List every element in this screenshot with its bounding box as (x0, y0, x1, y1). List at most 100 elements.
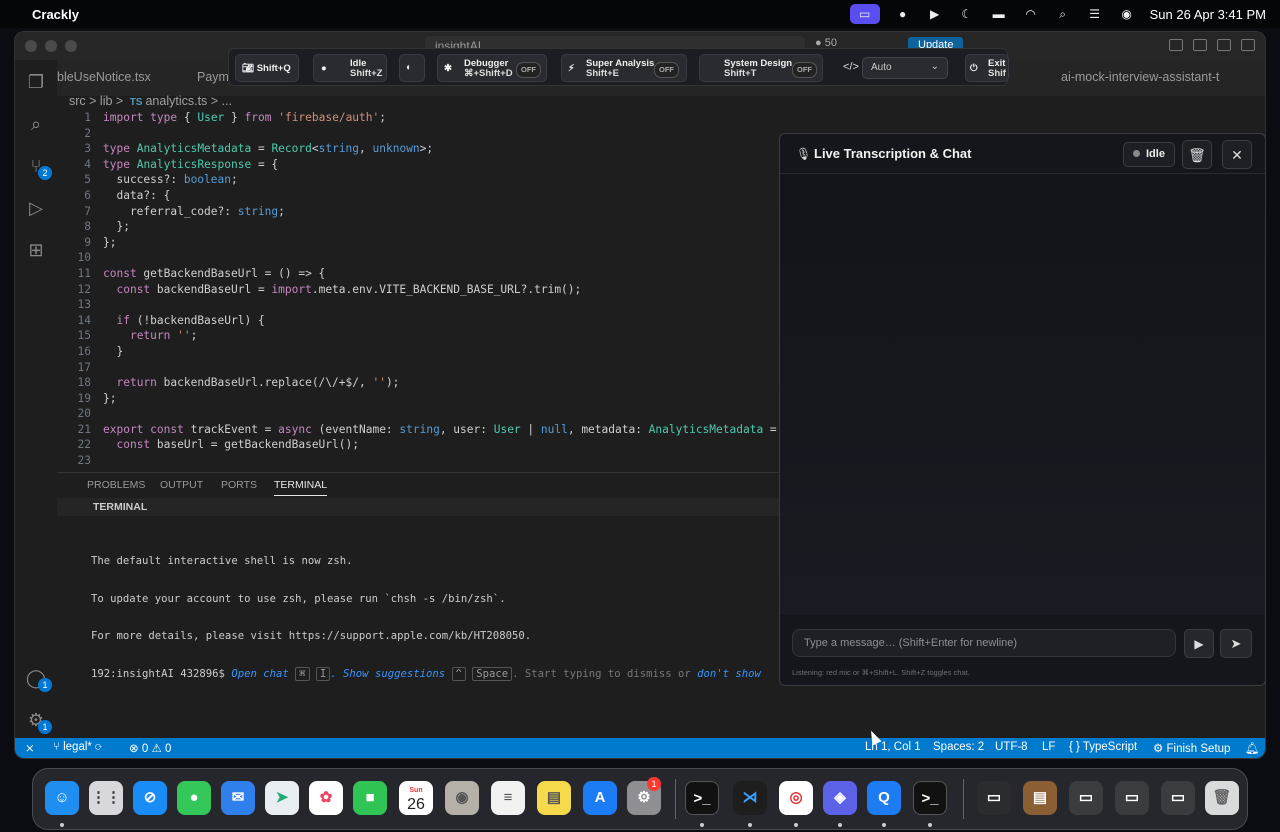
trash-icon[interactable]: 🗑︎ (1205, 781, 1239, 815)
encoding-status[interactable]: UTF-8 (995, 741, 1028, 753)
menubar-clock[interactable]: Sun 26 Apr 3:41 PM (1150, 7, 1266, 22)
code-line[interactable]: 18 return backendBaseUrl.replace(/\/+$/,… (57, 375, 792, 391)
system-design-toggle[interactable]: System Design Shift+T OFF (699, 54, 823, 82)
mode-select[interactable]: Auto ⌄ (862, 57, 948, 79)
breadcrumb-src[interactable]: src (69, 94, 86, 108)
contacts-icon[interactable]: ◉ (445, 781, 479, 815)
customize-layout-icon[interactable] (1169, 39, 1183, 51)
debugger-toggle[interactable]: ✱ Debugger ⌘+Shift+D OFF (437, 54, 547, 82)
code-line[interactable]: 6 data?: { (57, 188, 792, 204)
chat-messages-area[interactable] (780, 175, 1265, 615)
tab-usenotice[interactable]: bleUseNotice.tsx (57, 70, 151, 84)
dont-show-link[interactable]: don't show (697, 668, 761, 680)
code-line[interactable]: 9}; (57, 235, 792, 251)
moon-icon[interactable]: ☾ (958, 7, 976, 21)
eol-status[interactable]: LF (1042, 741, 1055, 753)
minimize-window-button[interactable] (45, 40, 57, 52)
code-line[interactable]: 11 const getBackendBaseUrl = () => { (57, 266, 792, 282)
code-line[interactable]: 17 (57, 360, 792, 376)
tab-output[interactable]: OUTPUT (160, 479, 203, 491)
code-line[interactable]: 16 } (57, 344, 792, 360)
window-thumbnail[interactable]: ▭ (1115, 781, 1149, 815)
code-line[interactable]: 1 import type { User } from 'firebase/aut… (57, 110, 792, 126)
super-analysis-toggle[interactable]: ⚡︎ Super Analysis Shift+E OFF (561, 54, 687, 82)
window-thumbnail[interactable]: ▭ (1069, 781, 1103, 815)
capture-button[interactable]: 📷︎ Shift+Q (235, 54, 299, 82)
code-line[interactable]: 22 const baseUrl = getBackendBaseUrl(); (57, 437, 792, 453)
exit-button[interactable]: ⏻ Exit Shif (965, 54, 1009, 82)
code-line[interactable]: 23 (57, 453, 792, 469)
window-thumbnail[interactable]: ▭ (977, 781, 1011, 815)
safari-icon[interactable]: ⊘ (133, 781, 167, 815)
run-debug-icon[interactable]: ▷ (24, 196, 48, 220)
search-icon[interactable]: ⌕ (1054, 7, 1072, 21)
control-center-icon[interactable]: ☰ (1086, 7, 1104, 21)
code-line[interactable]: 7 referral_code?: string; (57, 204, 792, 220)
messages-icon[interactable]: ● (177, 781, 211, 815)
breadcrumb-lib[interactable]: lib (100, 94, 113, 108)
problems-status[interactable]: ⊗ 0 ⚠ 0 (129, 741, 171, 755)
idle-toggle-button[interactable]: ● Idle Shift+Z (313, 54, 387, 82)
close-chat-button[interactable]: ✕ (1222, 140, 1252, 169)
terminal-output[interactable]: The default interactive shell is now zsh… (91, 530, 791, 705)
finder-icon[interactable]: ☺ (45, 781, 79, 815)
siri-icon[interactable]: ◉ (1118, 7, 1136, 21)
chat-bubble-icon[interactable]: ● (894, 7, 912, 21)
wifi-icon[interactable]: ◠ (1022, 7, 1040, 21)
play-button[interactable]: ▶ (1184, 629, 1214, 658)
maps-icon[interactable]: ➤ (265, 781, 299, 815)
finish-setup-status[interactable]: ⚙ Finish Setup (1153, 741, 1230, 755)
code-line[interactable]: 2 (57, 126, 792, 142)
language-status[interactable]: { } TypeScript (1069, 741, 1137, 753)
chat-message-input[interactable]: Type a message… (Shift+Enter for newline… (792, 629, 1176, 657)
code-line[interactable]: 10 (57, 250, 792, 266)
code-line[interactable]: 14 if (!backendBaseUrl) { (57, 313, 792, 329)
chrome-icon[interactable]: ◎ (779, 781, 813, 815)
code-line[interactable]: 4 type AnalyticsResponse = { (57, 157, 792, 173)
mail-icon[interactable]: ✉ (221, 781, 255, 815)
tab-workspace[interactable]: ai-mock-interview-assistant-t (1061, 70, 1219, 84)
zoom-window-button[interactable] (65, 40, 77, 52)
code-line[interactable]: 12 const backendBaseUrl = import.meta.en… (57, 282, 792, 298)
explorer-icon[interactable]: ❐ (24, 70, 48, 94)
account-icon[interactable]: ◯ 1 (24, 666, 52, 692)
tab-problems[interactable]: PROBLEMS (87, 479, 145, 491)
remote-icon[interactable]: ⨯ (25, 741, 35, 755)
launchpad-icon[interactable]: ⋮⋮ (89, 781, 123, 815)
calendar-icon[interactable]: Sun 26 (399, 781, 433, 815)
clear-chat-button[interactable]: 🗑︎ (1182, 140, 1212, 169)
send-button[interactable]: ➤ (1220, 629, 1252, 658)
code-line[interactable]: 20 (57, 406, 792, 422)
code-line[interactable]: 13 (57, 297, 792, 313)
app-name-menu[interactable]: Crackly (32, 7, 79, 22)
terminal-icon[interactable]: >_ (685, 781, 719, 815)
open-chat-link[interactable]: Open chat (231, 668, 288, 680)
show-suggestions-link[interactable]: . Show suggestions (330, 668, 445, 680)
indentation-status[interactable]: Spaces: 2 (933, 741, 984, 753)
crackly-app-icon[interactable]: ◈ (823, 781, 857, 815)
settings-gear-icon[interactable]: ⚙ 1 (24, 708, 52, 734)
code-editor[interactable]: 1 import type { User } from 'firebase/aut… (57, 110, 792, 470)
downloads-stack-icon[interactable]: ▤ (1023, 781, 1057, 815)
toggle-panel-icon[interactable] (1217, 39, 1231, 51)
terminal-window-icon[interactable]: >_ (913, 781, 947, 815)
debugger-off-switch[interactable]: OFF (516, 62, 541, 78)
toggle-secondary-sidebar-icon[interactable] (1241, 39, 1255, 51)
breadcrumb-file[interactable]: analytics.ts (145, 94, 207, 108)
proxy-app-icon[interactable]: Q (867, 781, 901, 815)
toggle-sidebar-icon[interactable] (1193, 39, 1207, 51)
close-window-button[interactable] (25, 40, 37, 52)
branch-status[interactable]: ⑂ legal* ⟳ (53, 741, 102, 753)
battery-icon[interactable]: ▬ (990, 7, 1008, 21)
tab-ports[interactable]: PORTS (221, 479, 257, 491)
code-line[interactable]: 21 export const trackEvent = async (event… (57, 422, 792, 438)
tab-terminal[interactable]: TERMINAL (274, 479, 328, 496)
terminal-section-header[interactable]: TERMINAL (57, 498, 792, 516)
play-icon[interactable]: ▶ (926, 7, 944, 21)
super-analysis-off-switch[interactable]: OFF (654, 62, 679, 78)
code-line[interactable]: 3 type AnalyticsMetadata = Record<string,… (57, 141, 792, 157)
app-store-icon[interactable]: A (583, 781, 617, 815)
code-line[interactable]: 8 }; (57, 219, 792, 235)
code-line[interactable]: 5 success?: boolean; (57, 172, 792, 188)
photos-icon[interactable]: ✿ (309, 781, 343, 815)
